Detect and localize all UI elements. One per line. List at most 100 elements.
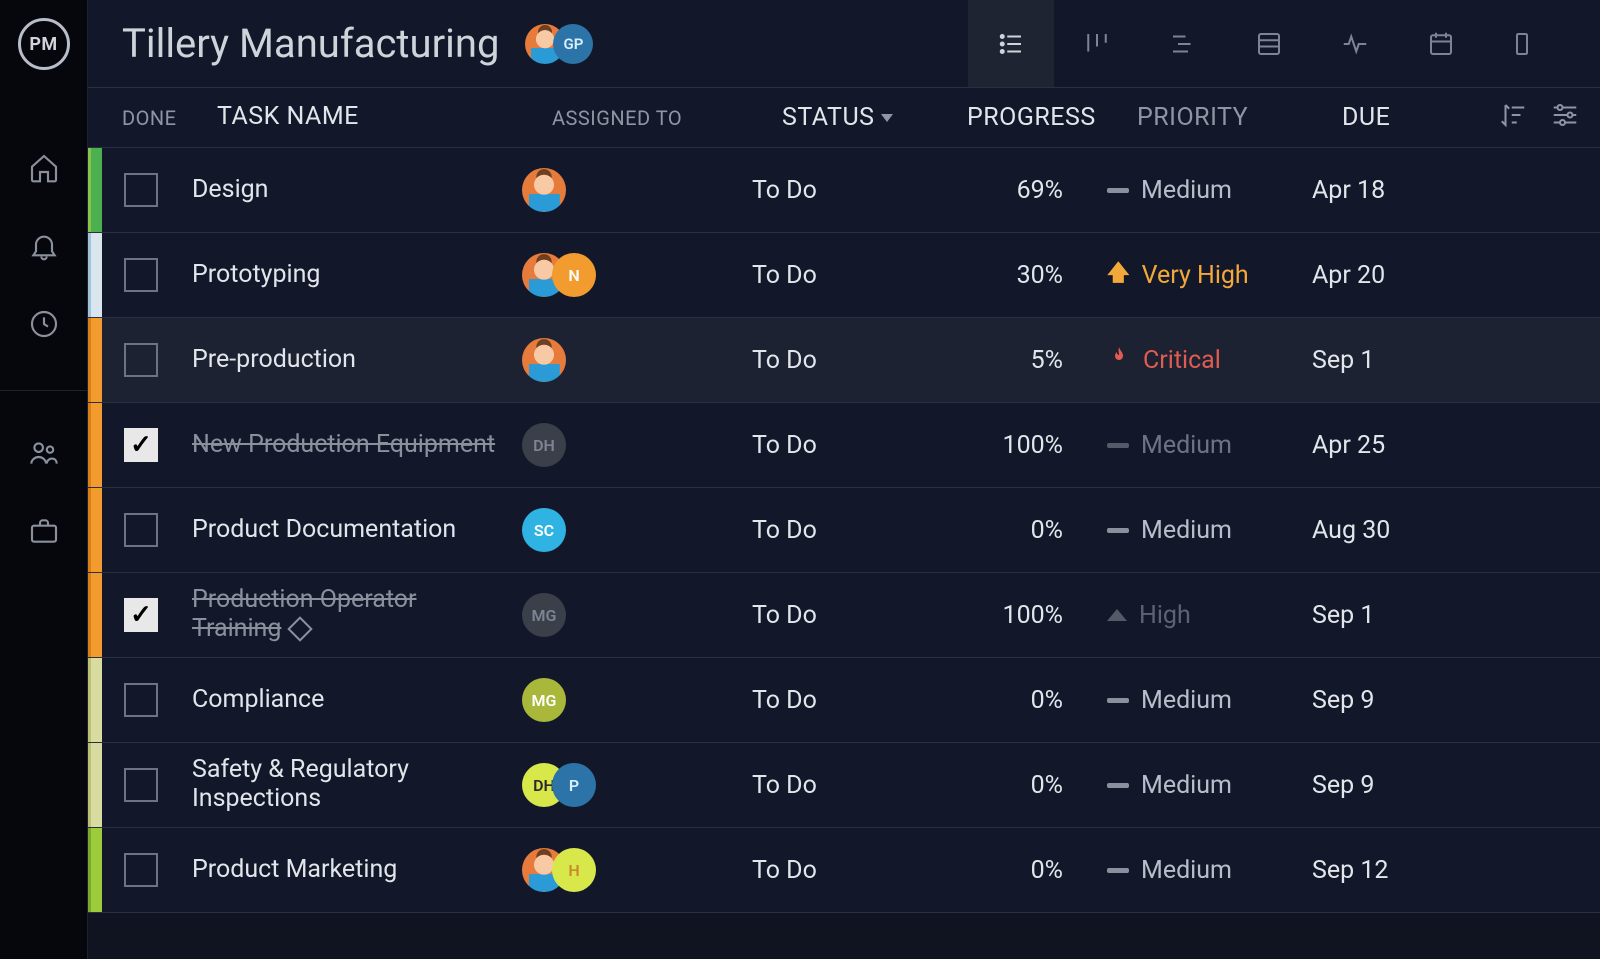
task-priority[interactable]: 🡅Very High: [1107, 256, 1312, 294]
task-priority[interactable]: Medium: [1107, 686, 1312, 715]
task-status[interactable]: To Do: [752, 346, 937, 375]
view-gantt-icon[interactable]: [1140, 0, 1226, 87]
avatar-initials[interactable]: SC: [522, 508, 566, 552]
done-checkbox[interactable]: [124, 343, 158, 377]
assignees[interactable]: MG: [522, 678, 752, 722]
task-row[interactable]: PrototypingNTo Do30%🡅Very HighApr 20: [88, 233, 1600, 318]
chevron-down-icon: [881, 114, 893, 122]
task-status[interactable]: To Do: [752, 771, 937, 800]
task-name[interactable]: Production Operator Training: [192, 586, 522, 644]
people-icon[interactable]: [28, 437, 60, 473]
done-checkbox[interactable]: [124, 428, 158, 462]
bell-icon[interactable]: [28, 230, 60, 266]
clock-icon[interactable]: [28, 308, 60, 344]
avatar-initials[interactable]: MG: [522, 593, 566, 637]
task-due[interactable]: Apr 18: [1312, 176, 1580, 205]
task-priority[interactable]: Medium: [1107, 516, 1312, 545]
avatar-initials[interactable]: GP: [553, 24, 593, 64]
col-priority[interactable]: PRIORITY: [1137, 103, 1342, 132]
view-more-icon[interactable]: [1484, 0, 1570, 87]
assignees[interactable]: DH: [522, 423, 752, 467]
avatar-initials[interactable]: MG: [522, 678, 566, 722]
task-status[interactable]: To Do: [752, 686, 937, 715]
task-due[interactable]: Apr 20: [1312, 261, 1580, 290]
assignees[interactable]: [522, 338, 752, 382]
briefcase-icon[interactable]: [28, 515, 60, 551]
task-status[interactable]: To Do: [752, 261, 937, 290]
row-stripe: [88, 573, 102, 657]
task-status[interactable]: To Do: [752, 516, 937, 545]
view-sheet-icon[interactable]: [1226, 0, 1312, 87]
task-due[interactable]: Aug 30: [1312, 516, 1580, 545]
col-progress[interactable]: PROGRESS: [967, 103, 1137, 132]
task-due[interactable]: Sep 1: [1312, 601, 1580, 630]
task-priority[interactable]: Medium: [1107, 431, 1312, 460]
avatar-face[interactable]: [522, 168, 566, 212]
avatar-face[interactable]: [522, 338, 566, 382]
view-board-icon[interactable]: [1054, 0, 1140, 87]
home-icon[interactable]: [28, 152, 60, 188]
task-row[interactable]: Production Operator TrainingMGTo Do100%H…: [88, 573, 1600, 658]
task-status[interactable]: To Do: [752, 431, 937, 460]
avatar-initials[interactable]: DH: [522, 423, 566, 467]
task-name[interactable]: New Production Equipment: [192, 431, 522, 460]
col-due[interactable]: DUE: [1342, 103, 1498, 132]
task-due[interactable]: Sep 9: [1312, 771, 1580, 800]
task-row[interactable]: Product DocumentationSCTo Do0%MediumAug …: [88, 488, 1600, 573]
done-checkbox[interactable]: [124, 258, 158, 292]
task-priority[interactable]: Critical: [1107, 345, 1312, 376]
assignees[interactable]: N: [522, 253, 752, 297]
avatar-initials[interactable]: P: [552, 763, 596, 807]
task-row[interactable]: ComplianceMGTo Do0%MediumSep 9: [88, 658, 1600, 743]
task-row[interactable]: Product MarketingHTo Do0%MediumSep 12: [88, 828, 1600, 913]
view-list-icon[interactable]: [968, 0, 1054, 87]
done-checkbox[interactable]: [124, 598, 158, 632]
done-checkbox[interactable]: [124, 683, 158, 717]
task-status[interactable]: To Do: [752, 601, 937, 630]
task-row[interactable]: DesignTo Do69%MediumApr 18: [88, 148, 1600, 233]
task-name[interactable]: Design: [192, 176, 522, 205]
avatar-initials[interactable]: H: [552, 848, 596, 892]
done-checkbox[interactable]: [124, 173, 158, 207]
view-calendar-icon[interactable]: [1398, 0, 1484, 87]
task-row[interactable]: Safety & Regulatory InspectionsDHPTo Do0…: [88, 743, 1600, 828]
task-name[interactable]: Prototyping: [192, 261, 522, 290]
assignees[interactable]: H: [522, 848, 752, 892]
task-status[interactable]: To Do: [752, 176, 937, 205]
avatar-initials[interactable]: N: [552, 253, 596, 297]
assignees[interactable]: MG: [522, 593, 752, 637]
task-priority[interactable]: Medium: [1107, 771, 1312, 800]
assignees[interactable]: DHP: [522, 763, 752, 807]
done-checkbox[interactable]: [124, 513, 158, 547]
row-stripe: [88, 403, 102, 487]
task-row[interactable]: New Production EquipmentDHTo Do100%Mediu…: [88, 403, 1600, 488]
task-row[interactable]: Pre-productionTo Do5%CriticalSep 1: [88, 318, 1600, 403]
col-status[interactable]: STATUS: [782, 103, 967, 132]
assignees[interactable]: [522, 168, 752, 212]
filter-icon[interactable]: [1550, 100, 1580, 135]
task-due[interactable]: Sep 1: [1312, 346, 1580, 375]
task-due[interactable]: Apr 25: [1312, 431, 1580, 460]
task-name[interactable]: Product Documentation: [192, 516, 522, 545]
done-checkbox[interactable]: [124, 768, 158, 802]
task-name[interactable]: Safety & Regulatory Inspections: [192, 756, 522, 814]
col-task-name[interactable]: TASK NAME: [217, 103, 552, 132]
view-activity-icon[interactable]: [1312, 0, 1398, 87]
task-name[interactable]: Pre-production: [192, 346, 522, 375]
sort-icon[interactable]: [1498, 100, 1528, 135]
task-priority[interactable]: Medium: [1107, 176, 1312, 205]
task-due[interactable]: Sep 12: [1312, 856, 1580, 885]
sidebar: PM: [0, 0, 88, 959]
task-status[interactable]: To Do: [752, 856, 937, 885]
assignees[interactable]: SC: [522, 508, 752, 552]
header-avatars[interactable]: GP: [525, 24, 593, 64]
done-checkbox[interactable]: [124, 853, 158, 887]
task-due[interactable]: Sep 9: [1312, 686, 1580, 715]
col-done[interactable]: DONE: [122, 106, 217, 130]
col-assigned[interactable]: ASSIGNED TO: [552, 106, 782, 130]
task-priority[interactable]: High: [1107, 601, 1312, 630]
task-name[interactable]: Compliance: [192, 686, 522, 715]
row-stripe: [88, 148, 102, 232]
task-priority[interactable]: Medium: [1107, 856, 1312, 885]
task-name[interactable]: Product Marketing: [192, 856, 522, 885]
